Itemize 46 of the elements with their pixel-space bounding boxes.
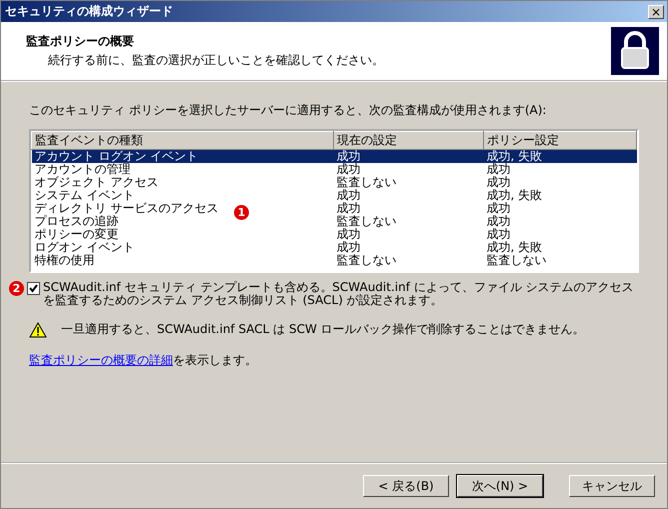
table-cell[interactable]: プロセスの追跡 <box>34 214 118 228</box>
table-cell[interactable]: ログオン イベント <box>34 240 134 254</box>
table-cell[interactable]: システム イベント <box>34 188 134 202</box>
table-cell[interactable]: 特権の使用 <box>34 253 94 267</box>
column-header[interactable]: ポリシー設定 <box>484 132 636 150</box>
table-cell[interactable]: アカウントの管理 <box>34 162 130 176</box>
table-cell: 成功 <box>486 175 510 189</box>
wizard-button[interactable]: 次へ(N) > <box>457 475 543 497</box>
table-cell[interactable]: ディレクトリ サービスのアクセス <box>34 201 218 215</box>
table-cell: 成功 <box>486 162 510 176</box>
callout-marker: 1 <box>234 205 249 220</box>
table-cell[interactable]: ポリシーの変更 <box>34 227 118 241</box>
table-cell: 監査しない <box>336 253 396 267</box>
checkbox-label: SCWAudit.inf セキュリティ テンプレートも含める。SCWAudit.inf によって、ファイル システムのアクセスを監査するためのシステム アクセス制御リスト (SACL) が設定されます。 <box>43 281 635 307</box>
table-cell: 成功 <box>336 227 360 241</box>
table-cell: 成功 <box>486 201 510 215</box>
table-cell: 監査しない <box>336 214 396 228</box>
warning-icon <box>29 322 47 338</box>
details-text: 監査ポリシーの概要の詳細を表示します。 <box>29 352 258 369</box>
warning-text: 一旦適用すると、SCWAudit.inf SACL は SCW ロールバック操作で削除することはできません。 <box>61 321 585 338</box>
page-subtitle: 続行する前に、監査の選択が正しいことを確認してください。 <box>47 52 384 69</box>
checkbox[interactable] <box>27 282 40 295</box>
window-title: セキュリティの構成ウィザード <box>5 3 173 20</box>
wizard-button[interactable]: キャンセル <box>569 475 655 497</box>
intro-text: このセキュリティ ポリシーを選択したサーバーに適用すると、次の監査構成が使用されます(A): <box>29 102 548 119</box>
close-button[interactable]: × <box>648 4 664 18</box>
table-cell: 成功, 失敗 <box>486 240 542 254</box>
table-cell[interactable]: オブジェクト アクセス <box>34 175 158 189</box>
wizard-button[interactable]: < 戻る(B) <box>363 475 449 497</box>
column-header[interactable]: 監査イベントの種類 <box>32 132 334 150</box>
table-cell: 成功 <box>336 162 360 176</box>
padlock-icon <box>611 27 659 75</box>
table-cell: 成功, 失敗 <box>486 188 542 202</box>
details-link[interactable]: 監査ポリシーの概要の詳細 <box>29 353 173 367</box>
table-cell: 成功 <box>486 227 510 241</box>
table-cell: 成功 <box>336 201 360 215</box>
column-header[interactable]: 現在の設定 <box>334 132 484 150</box>
table-cell: 成功 <box>336 240 360 254</box>
table-cell: 成功 <box>336 149 360 163</box>
callout-marker: 2 <box>9 281 24 296</box>
table-cell: 監査しない <box>336 175 396 189</box>
table-cell: 成功, 失敗 <box>486 149 542 163</box>
table-cell: 成功 <box>486 214 510 228</box>
table-cell: 監査しない <box>486 253 546 267</box>
table-cell: 成功 <box>336 188 360 202</box>
page-title: 監査ポリシーの概要 <box>26 33 135 50</box>
